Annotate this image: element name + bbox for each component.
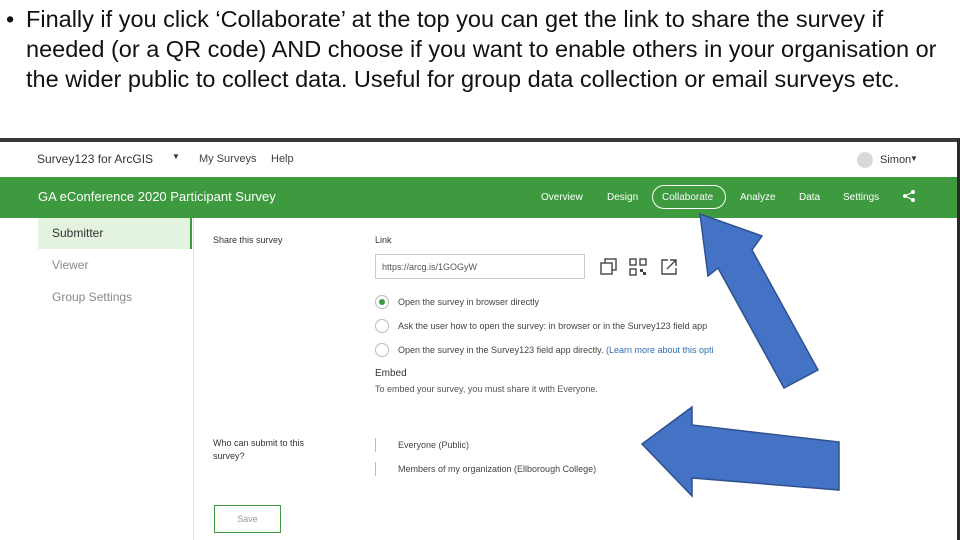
survey-header-bar: GA eConference 2020 Participant Survey O… [0,177,957,218]
share-section-label: Share this survey [213,235,283,245]
tab-settings[interactable]: Settings [843,192,879,203]
radio-button[interactable] [375,319,389,333]
collaborate-sidebar: Submitter Viewer Group Settings [0,218,194,540]
brand-chevron-down-icon[interactable]: ▼ [172,152,180,161]
open-external-icon[interactable] [660,258,678,276]
submit-option-label: Members of my organization (Ellborough C… [398,464,597,474]
app-top-bar: Survey123 for ArcGIS ▼ My Surveys Help S… [0,142,957,177]
survey-link-field[interactable]: https://arcg.is/1GOGyW [375,254,585,279]
tab-collaborate[interactable]: Collaborate [662,192,713,203]
share-option-label: Ask the user how to open the survey: in … [398,321,708,331]
app-brand[interactable]: Survey123 for ArcGIS [37,152,153,166]
slide-text-block: • Finally if you click ‘Collaborate’ at … [6,4,956,94]
submit-question-label: Who can submit to this survey? [213,438,305,461]
submit-option-label: Everyone (Public) [398,440,470,450]
collaborate-content: Share this survey Link https://arcg.is/1… [193,218,957,540]
nav-my-surveys[interactable]: My Surveys [199,153,256,165]
sidebar-item-group-settings[interactable]: Group Settings [38,282,192,313]
qr-code-icon[interactable] [629,258,647,276]
copy-icon[interactable] [600,258,618,276]
checkbox[interactable] [375,462,376,476]
share-option-label: Open the survey in browser directly [398,297,540,307]
link-label: Link [375,235,392,245]
tab-overview[interactable]: Overview [541,192,583,203]
radio-button[interactable] [375,343,389,357]
checkbox[interactable] [375,438,376,452]
tab-data[interactable]: Data [799,192,820,203]
embed-label: Embed [375,368,407,379]
bullet-glyph: • [6,6,15,32]
sidebar-item-label: Submitter [52,226,104,240]
sidebar-item-label: Group Settings [52,290,133,304]
learn-more-link[interactable]: (Learn more about this opti [606,345,714,355]
sidebar-item-label: Viewer [52,258,89,272]
share-option-label: Open the survey in the Survey123 field a… [398,345,714,355]
radio-button[interactable] [375,295,389,309]
user-chevron-down-icon[interactable]: ▼ [910,154,918,163]
user-name[interactable]: Simon [880,154,911,166]
tab-design[interactable]: Design [607,192,638,203]
tab-analyze[interactable]: Analyze [740,192,776,203]
sidebar-item-submitter[interactable]: Submitter [38,218,192,249]
sidebar-item-viewer[interactable]: Viewer [38,250,192,281]
share-option-text: Open the survey in the Survey123 field a… [398,345,604,355]
nav-help[interactable]: Help [271,153,294,165]
user-avatar[interactable] [857,152,873,168]
survey123-screenshot: Survey123 for ArcGIS ▼ My Surveys Help S… [0,138,960,540]
embed-text: To embed your survey, you must share it … [375,384,598,394]
survey-title: GA eConference 2020 Participant Survey [38,189,276,204]
share-icon[interactable] [902,189,916,203]
save-button[interactable]: Save [214,505,281,533]
slide-paragraph: Finally if you click ‘Collaborate’ at th… [26,6,937,92]
